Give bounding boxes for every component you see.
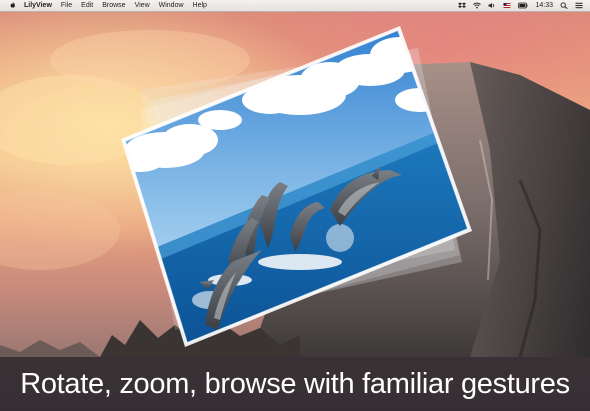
wifi-icon[interactable]	[473, 2, 482, 9]
list-icon[interactable]	[575, 2, 583, 9]
caption-text: Rotate, zoom, browse with familiar gestu…	[20, 367, 570, 400]
menu-clock[interactable]: 14:33	[535, 2, 553, 9]
menu-window[interactable]: Window	[159, 2, 184, 9]
menu-file[interactable]: File	[61, 2, 72, 9]
menu-bar: LilyView File Edit Browse View Window He…	[0, 0, 590, 12]
flag-icon[interactable]	[503, 2, 511, 9]
menu-view[interactable]: View	[135, 2, 150, 9]
apple-logo-icon[interactable]	[9, 2, 16, 9]
dropbox-icon[interactable]	[458, 2, 467, 9]
front-photo[interactable]	[100, 20, 500, 360]
battery-icon[interactable]	[518, 2, 529, 9]
search-icon[interactable]	[560, 2, 568, 9]
status-area: 14:33	[458, 2, 583, 9]
menu-browse[interactable]: Browse	[102, 2, 125, 9]
menu-edit[interactable]: Edit	[81, 2, 93, 9]
volume-icon[interactable]	[488, 2, 496, 9]
photo-stack[interactable]	[0, 0, 590, 411]
caption-banner: Rotate, zoom, browse with familiar gestu…	[0, 357, 590, 411]
menu-app-name[interactable]: LilyView	[24, 2, 52, 9]
menu-help[interactable]: Help	[193, 2, 207, 9]
